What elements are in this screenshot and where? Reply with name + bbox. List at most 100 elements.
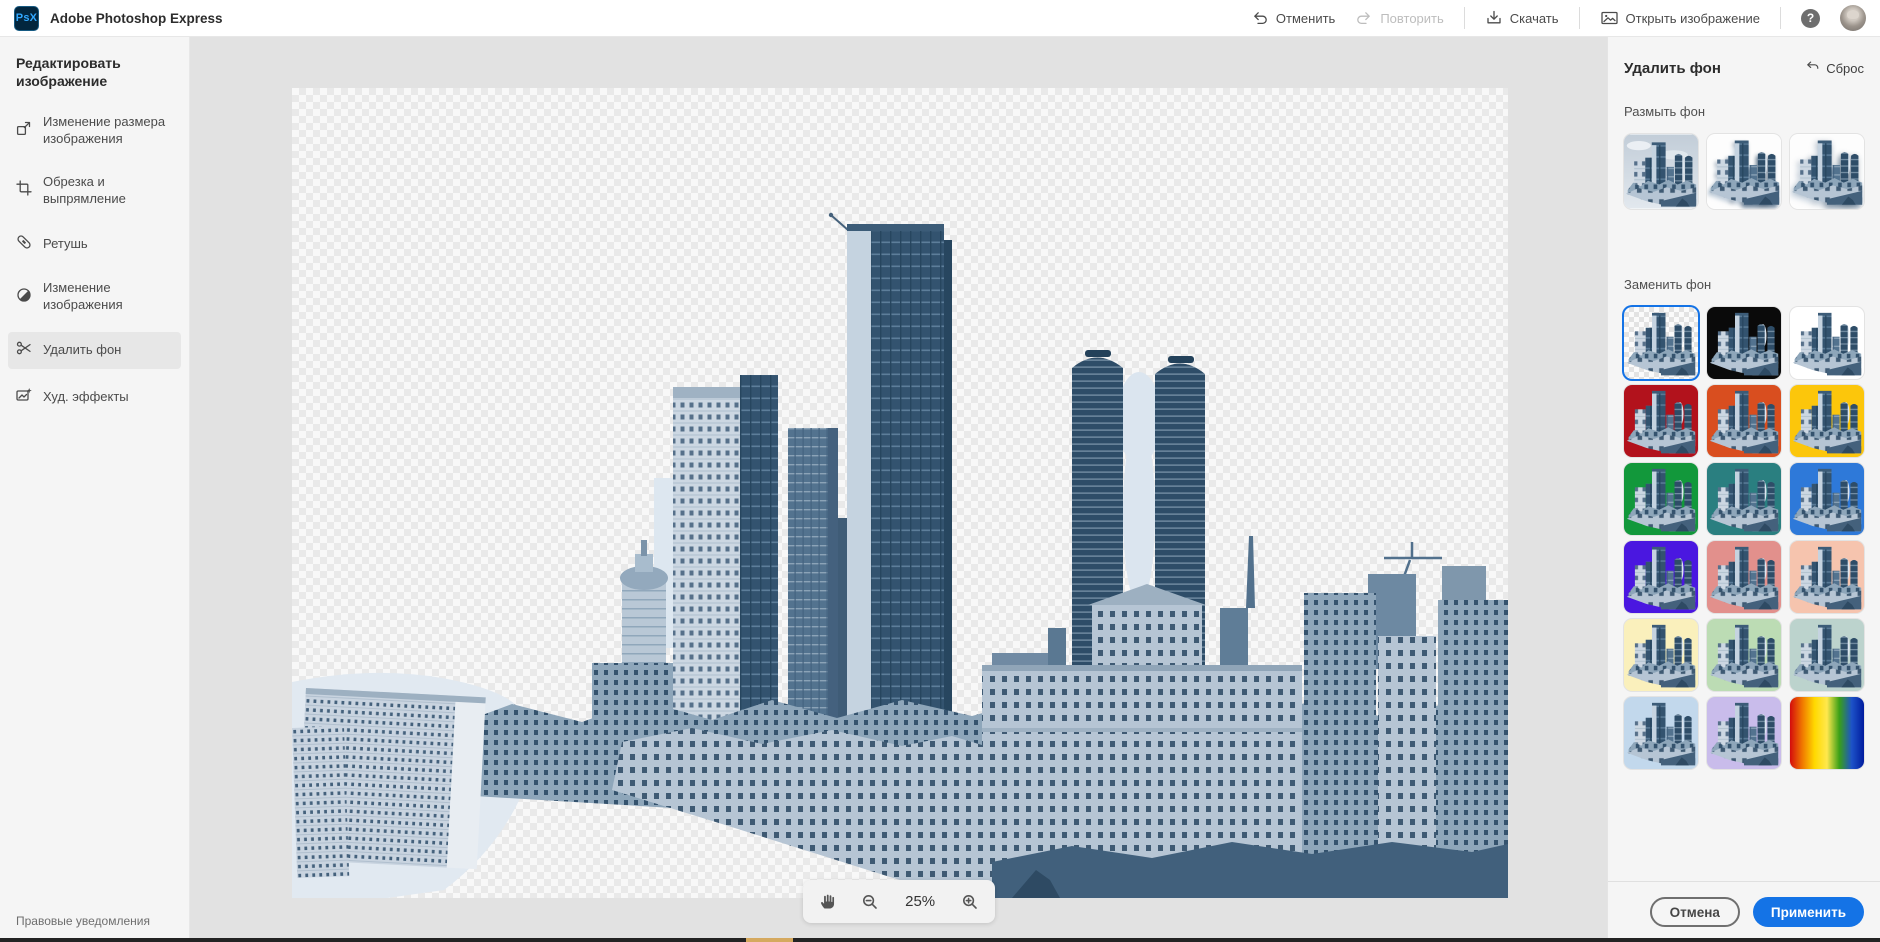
undo-button[interactable]: Отменить	[1251, 9, 1335, 27]
blur-options-row	[1624, 134, 1864, 209]
reset-label: Сброс	[1826, 61, 1864, 76]
replace-background-orange[interactable]	[1707, 385, 1781, 457]
sidebar-item-label: Обрезка и выпрямление	[43, 174, 173, 208]
replace-background-light-green[interactable]	[1707, 619, 1781, 691]
city-preview	[1707, 307, 1781, 379]
replace-background-grid	[1624, 307, 1864, 769]
blur-option-blur-strong[interactable]	[1790, 134, 1864, 209]
pan-hand-button[interactable]	[818, 893, 835, 910]
image-area-transparent-background[interactable]	[292, 88, 1508, 898]
replace-background-black[interactable]	[1707, 307, 1781, 379]
app-title: Adobe Photoshop Express	[50, 11, 223, 26]
city-preview	[1624, 134, 1698, 209]
sidebar-item-crop[interactable]: Обрезка и выпрямление	[8, 166, 181, 216]
city-preview	[1624, 385, 1698, 457]
city-preview	[1790, 134, 1864, 209]
blur-option-original[interactable]	[1624, 134, 1698, 209]
replace-background-white[interactable]	[1790, 307, 1864, 379]
sidebar-item-effects[interactable]: Худ. эффекты	[8, 379, 181, 416]
replace-background-lavender[interactable]	[1707, 697, 1781, 769]
window-edge-accent	[746, 938, 793, 942]
sidebar-item-retouch[interactable]: Ретушь	[8, 226, 181, 263]
topbar-divider	[1780, 7, 1781, 29]
zoom-in-button[interactable]	[961, 893, 979, 911]
open-image-icon	[1600, 9, 1619, 27]
city-preview	[1624, 463, 1698, 535]
canvas: 25%	[190, 37, 1607, 942]
photoshop-express-window: PsX Adobe Photoshop Express Отменить Пов…	[0, 0, 1880, 942]
city-preview	[1707, 697, 1781, 769]
help-icon: ?	[1807, 11, 1814, 25]
resize-icon	[16, 120, 32, 141]
topbar-actions: Отменить Повторить Скачать Открыть изобр…	[1251, 5, 1866, 31]
download-icon	[1485, 9, 1503, 27]
replace-background-cream[interactable]	[1624, 619, 1698, 691]
undo-label: Отменить	[1276, 11, 1335, 26]
zoom-out-icon	[861, 893, 879, 911]
city-preview	[1707, 385, 1781, 457]
sidebar-item-remove-background[interactable]: Удалить фон	[8, 332, 181, 369]
replace-background-red[interactable]	[1624, 385, 1698, 457]
city-preview	[1790, 463, 1864, 535]
city-preview	[1790, 619, 1864, 691]
replace-background-peach[interactable]	[1790, 541, 1864, 613]
download-label: Скачать	[1510, 11, 1559, 26]
sidebar-item-label: Изменение изображения	[43, 280, 173, 314]
edit-sidebar: Редактировать изображение Изменение разм…	[0, 37, 190, 942]
city-preview	[1790, 307, 1864, 379]
sidebar-item-adjust[interactable]: Изменение изображения	[8, 272, 181, 322]
blur-option-blur-medium[interactable]	[1707, 134, 1781, 209]
replace-background-blue[interactable]	[1790, 463, 1864, 535]
city-preview	[1624, 307, 1698, 379]
blur-section-label: Размыть фон	[1624, 104, 1864, 119]
crop-icon	[16, 180, 32, 201]
reset-icon	[1804, 59, 1820, 78]
topbar-divider	[1464, 7, 1465, 29]
window-edge-strip	[0, 938, 1880, 942]
download-button[interactable]: Скачать	[1485, 9, 1559, 27]
replace-background-salmon[interactable]	[1707, 541, 1781, 613]
psx-logo-text: PsX	[16, 12, 37, 24]
zoom-in-icon	[961, 893, 979, 911]
replace-background-teal[interactable]	[1707, 463, 1781, 535]
effects-icon	[16, 387, 32, 408]
replace-background-transparent[interactable]	[1624, 307, 1698, 379]
sidebar-item-label: Изменение размера изображения	[43, 114, 173, 148]
top-bar: PsX Adobe Photoshop Express Отменить Пов…	[0, 0, 1880, 37]
zoom-toolbar: 25%	[803, 880, 995, 923]
city-preview	[1624, 541, 1698, 613]
replace-background-pale-teal[interactable]	[1790, 619, 1864, 691]
main-area: Редактировать изображение Изменение разм…	[0, 37, 1880, 942]
cityscape-artwork	[292, 88, 1508, 898]
heal-icon	[16, 234, 32, 255]
replace-background-yellow[interactable]	[1790, 385, 1864, 457]
redo-button[interactable]: Повторить	[1355, 9, 1443, 27]
remove-background-panel: Удалить фон Сброс Размыть фон Заменить ф…	[1607, 37, 1880, 942]
replace-section-label: Заменить фон	[1624, 277, 1864, 292]
city-preview	[1707, 463, 1781, 535]
city-preview	[1790, 541, 1864, 613]
city-preview	[1624, 619, 1698, 691]
sidebar-header: Редактировать изображение	[0, 55, 189, 90]
zoom-out-button[interactable]	[861, 893, 879, 911]
sidebar-item-resize[interactable]: Изменение размера изображения	[8, 106, 181, 156]
hand-icon	[818, 893, 835, 910]
redo-label: Повторить	[1380, 11, 1443, 26]
reset-button[interactable]: Сброс	[1804, 59, 1864, 78]
sidebar-item-label: Ретушь	[43, 236, 88, 253]
undo-icon	[1251, 9, 1269, 27]
city-preview	[1707, 619, 1781, 691]
help-button[interactable]: ?	[1801, 9, 1820, 28]
cancel-button[interactable]: Отмена	[1650, 897, 1740, 927]
replace-background-green[interactable]	[1624, 463, 1698, 535]
open-image-button[interactable]: Открыть изображение	[1600, 9, 1760, 27]
city-preview	[1707, 134, 1781, 209]
replace-background-light-blue[interactable]	[1624, 697, 1698, 769]
apply-button[interactable]: Применить	[1753, 897, 1864, 927]
replace-background-rainbow[interactable]	[1790, 697, 1864, 769]
adjust-icon	[16, 287, 32, 308]
open-image-label: Открыть изображение	[1626, 11, 1760, 26]
user-avatar[interactable]	[1840, 5, 1866, 31]
replace-background-violet[interactable]	[1624, 541, 1698, 613]
legal-notices-link[interactable]: Правовые уведомления	[16, 914, 150, 928]
